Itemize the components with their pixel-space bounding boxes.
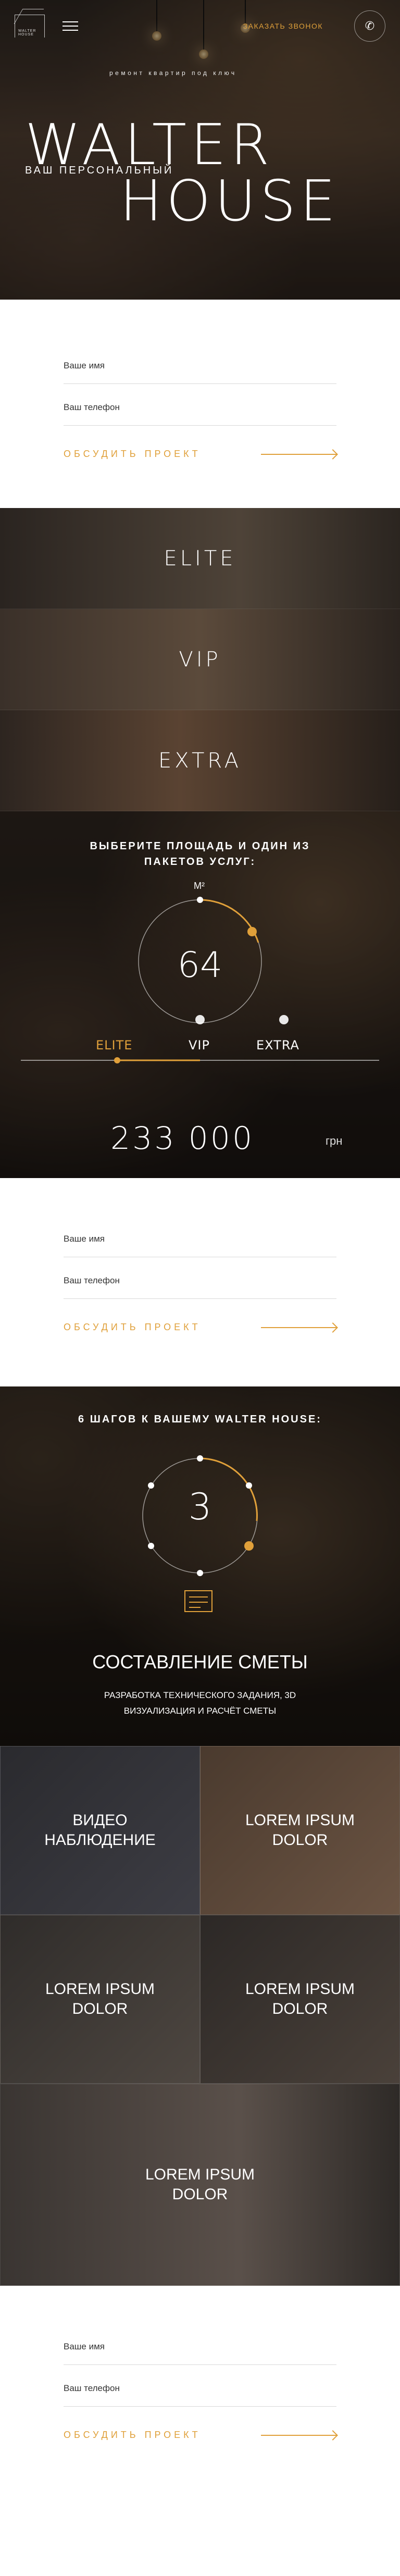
- cta-label: ОБСУДИТЬ ПРОЕКТ: [64, 2430, 201, 2440]
- package-label: ELITE: [164, 546, 236, 571]
- calculator-title: ВЫБЕРИТЕ ПЛОЩАДЬ И ОДИН ИЗ ПАКЕТОВ УСЛУГ:: [90, 840, 310, 868]
- phone-input[interactable]: [64, 2365, 336, 2407]
- step-title: СОСТАВЛЕНИЕ СМЕТЫ: [92, 1651, 308, 1673]
- tab-extra[interactable]: EXTRA: [256, 1038, 299, 1052]
- hero-section: WALTER HOUSE ЗАКАЗАТЬ ЗВОНОК ✆ ремонт кв…: [0, 0, 400, 300]
- estimate-icon: [184, 1590, 213, 1612]
- package-vip[interactable]: VIP: [0, 609, 400, 710]
- phone-icon: ✆: [365, 19, 375, 32]
- dial-handle: [247, 927, 257, 936]
- service-label: LOREM IPSUM DOLOR: [45, 1980, 155, 2017]
- service-tile[interactable]: LOREM IPSUM DOLOR: [200, 1746, 400, 1915]
- hero-title-line2: HOUSE: [120, 169, 340, 234]
- top-bar: WALTER HOUSE ЗАКАЗАТЬ ЗВОНОК ✆: [0, 0, 400, 52]
- name-input[interactable]: [64, 2323, 336, 2365]
- step-description: РАЗРАБОТКА ТЕХНИЧЕСКОГО ЗАДАНИЯ, 3D ВИЗУ…: [104, 1690, 296, 1716]
- cta-label: ОБСУДИТЬ ПРОЕКТ: [64, 449, 201, 459]
- discuss-project-button[interactable]: ОБСУДИТЬ ПРОЕКТ: [64, 449, 336, 460]
- name-input[interactable]: [64, 1216, 336, 1257]
- currency-label: грн: [326, 1134, 343, 1147]
- phone-button[interactable]: ✆: [354, 10, 385, 42]
- menu-burger-button[interactable]: [63, 18, 78, 34]
- package-label: EXTRA: [158, 748, 242, 773]
- logo-text: WALTER HOUSE: [18, 29, 36, 36]
- tab-elite[interactable]: ELITE: [96, 1038, 132, 1052]
- name-input[interactable]: [64, 342, 336, 384]
- arrow-right-icon: [261, 453, 336, 455]
- price-value: 233 000: [110, 1120, 255, 1157]
- steps-section: 6 ШАГОВ К ВАШЕМУ WALTER HOUSE: 3 СОСТАВЛ…: [0, 1386, 400, 1746]
- arrow-right-icon: [261, 2434, 336, 2436]
- package-elite[interactable]: ELITE: [0, 508, 400, 609]
- service-tile[interactable]: LOREM IPSUM DOLOR: [200, 1915, 400, 2084]
- contact-form: ОБСУДИТЬ ПРОЕКТ: [0, 1178, 400, 1386]
- tab-vip[interactable]: VIP: [189, 1038, 210, 1052]
- contact-form: ОБСУДИТЬ ПРОЕКТ: [0, 2286, 400, 2525]
- service-tile[interactable]: LOREM IPSUM DOLOR: [0, 2084, 400, 2286]
- callback-link[interactable]: ЗАКАЗАТЬ ЗВОНОК: [243, 22, 323, 30]
- step-number: 3: [188, 1485, 212, 1528]
- logo[interactable]: WALTER HOUSE: [15, 15, 45, 38]
- service-label: ВИДЕО НАБЛЮДЕНИЕ: [44, 1812, 156, 1849]
- package-extra[interactable]: EXTRA: [0, 710, 400, 811]
- hero-tagline: ремонт квартир под ключ: [109, 69, 237, 77]
- discuss-project-button[interactable]: ОБСУДИТЬ ПРОЕКТ: [64, 2430, 336, 2441]
- phone-input[interactable]: [64, 1257, 336, 1299]
- unit-label: М²: [194, 881, 205, 891]
- steps-title: 6 ШАГОВ К ВАШЕМУ WALTER HOUSE:: [78, 1414, 322, 1425]
- arrow-right-icon: [261, 1327, 336, 1328]
- package-label: VIP: [179, 647, 221, 672]
- service-label: LOREM IPSUM DOLOR: [245, 1812, 355, 1849]
- service-label: LOREM IPSUM DOLOR: [245, 1980, 355, 2017]
- price-calculator: ВЫБЕРИТЕ ПЛОЩАДЬ И ОДИН ИЗ ПАКЕТОВ УСЛУГ:…: [0, 811, 400, 1178]
- service-tile[interactable]: ВИДЕО НАБЛЮДЕНИЕ: [0, 1746, 200, 1915]
- dial-start-dot: [197, 897, 203, 903]
- cta-label: ОБСУДИТЬ ПРОЕКТ: [64, 1322, 201, 1332]
- area-value[interactable]: 64: [0, 945, 400, 986]
- contact-form: ОБСУДИТЬ ПРОЕКТ: [0, 300, 400, 508]
- discuss-project-button[interactable]: ОБСУДИТЬ ПРОЕКТ: [64, 1322, 336, 1333]
- service-tile[interactable]: LOREM IPSUM DOLOR: [0, 1915, 200, 2084]
- services-grid: ВИДЕО НАБЛЮДЕНИЕ LOREM IPSUM DOLOR LOREM…: [0, 1746, 400, 2286]
- phone-input[interactable]: [64, 384, 336, 426]
- service-label: LOREM IPSUM DOLOR: [145, 2166, 255, 2203]
